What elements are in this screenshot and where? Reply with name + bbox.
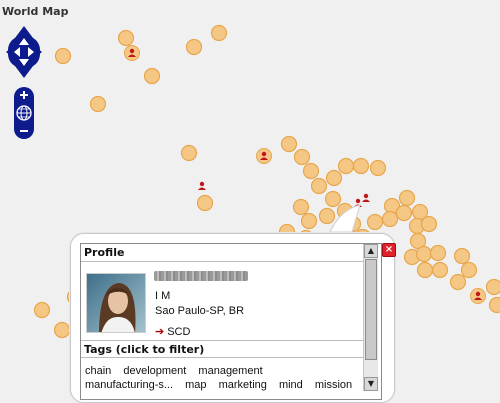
pan-down-icon[interactable] bbox=[15, 66, 33, 78]
zoom-out-button[interactable] bbox=[20, 130, 28, 132]
tag-item[interactable]: management bbox=[198, 365, 262, 377]
pan-up-icon[interactable] bbox=[15, 26, 33, 38]
tag-item[interactable]: mind bbox=[279, 379, 303, 391]
scroll-thumb[interactable] bbox=[365, 259, 377, 360]
cluster-dot-icon[interactable] bbox=[294, 200, 309, 215]
cluster-dot-icon[interactable] bbox=[35, 303, 50, 318]
person-pin-icon[interactable] bbox=[471, 289, 486, 304]
person-pin-icon[interactable] bbox=[125, 46, 140, 61]
tags-list: chain development management manufacturi… bbox=[85, 364, 369, 392]
cluster-dot-icon[interactable] bbox=[91, 97, 106, 112]
cluster-dot-icon[interactable] bbox=[455, 249, 470, 264]
person-location: Sao Paulo-SP, BR bbox=[155, 305, 244, 317]
tag-item[interactable]: map bbox=[185, 379, 206, 391]
close-icon[interactable]: × bbox=[382, 243, 396, 257]
tags-heading: Tags (click to filter) bbox=[81, 340, 371, 358]
cluster-dot-icon[interactable] bbox=[422, 217, 437, 232]
cluster-dot-icon[interactable] bbox=[295, 150, 310, 165]
cluster-dot-icon[interactable] bbox=[302, 214, 317, 229]
pan-control[interactable] bbox=[6, 26, 42, 78]
cluster-dot-icon[interactable] bbox=[418, 263, 433, 278]
cluster-dot-icon[interactable] bbox=[462, 263, 477, 278]
avatar[interactable] bbox=[86, 273, 146, 333]
cluster-dot-icon[interactable] bbox=[182, 146, 197, 161]
cluster-dot-icon[interactable] bbox=[187, 40, 202, 55]
cluster-dot-icon[interactable] bbox=[212, 26, 227, 41]
zoom-control[interactable] bbox=[14, 87, 34, 139]
cluster-dot-icon[interactable] bbox=[145, 69, 160, 84]
cluster-dot-icon[interactable] bbox=[487, 280, 500, 295]
cluster-dot-icon[interactable] bbox=[320, 209, 335, 224]
scroll-down-icon[interactable]: ▼ bbox=[364, 377, 378, 391]
cluster-dot-icon[interactable] bbox=[400, 191, 415, 206]
avatar-photo bbox=[87, 274, 146, 333]
cluster-dot-icon[interactable] bbox=[371, 161, 386, 176]
popup-scrollbar[interactable]: ▲ ▼ bbox=[363, 244, 378, 391]
cluster-dot-icon[interactable] bbox=[433, 263, 448, 278]
popup-content: Profile I M Sao Paulo-SP, BR ➔SCD bbox=[80, 243, 382, 400]
cluster-dot-icon[interactable] bbox=[397, 206, 412, 221]
person-initials: I M bbox=[155, 290, 170, 302]
cluster-dot-icon[interactable] bbox=[354, 159, 369, 174]
tag-item[interactable]: development bbox=[123, 365, 186, 377]
person-pin-icon[interactable] bbox=[362, 194, 370, 202]
cluster-dot-icon[interactable] bbox=[368, 215, 383, 230]
scroll-up-icon[interactable]: ▲ bbox=[364, 244, 378, 258]
cluster-dot-icon[interactable] bbox=[304, 164, 319, 179]
profile-popup: Profile I M Sao Paulo-SP, BR ➔SCD bbox=[70, 233, 395, 403]
person-link-label[interactable]: SCD bbox=[167, 326, 190, 338]
person-pin-icon[interactable] bbox=[257, 149, 272, 164]
profile-heading: Profile bbox=[81, 244, 371, 262]
person-link[interactable]: ➔SCD bbox=[155, 325, 190, 338]
map-title: World Map bbox=[2, 5, 68, 18]
cluster-dot-icon[interactable] bbox=[326, 192, 341, 207]
cluster-dot-icon[interactable] bbox=[431, 246, 446, 261]
redacted-name bbox=[154, 271, 248, 281]
tag-item[interactable]: marketing bbox=[219, 379, 267, 391]
cluster-dot-icon[interactable] bbox=[56, 49, 71, 64]
arrow-right-icon: ➔ bbox=[155, 326, 164, 338]
cluster-dot-icon[interactable] bbox=[383, 212, 398, 227]
cluster-dot-icon[interactable] bbox=[327, 171, 342, 186]
cluster-dot-icon[interactable] bbox=[339, 159, 354, 174]
cluster-dot-icon[interactable] bbox=[198, 196, 213, 211]
cluster-dot-icon[interactable] bbox=[55, 323, 70, 338]
cluster-dot-icon[interactable] bbox=[282, 137, 297, 152]
cluster-dot-icon[interactable] bbox=[119, 31, 134, 46]
tag-item[interactable]: chain bbox=[85, 365, 111, 377]
tag-item[interactable]: mission bbox=[315, 379, 352, 391]
cluster-dot-icon[interactable] bbox=[312, 179, 327, 194]
cluster-dot-icon[interactable] bbox=[490, 298, 500, 313]
cluster-dot-icon[interactable] bbox=[451, 275, 466, 290]
cluster-dot-icon[interactable] bbox=[417, 247, 432, 262]
person-pin-icon[interactable] bbox=[198, 182, 206, 190]
tag-item[interactable]: manufacturing-s... bbox=[85, 379, 173, 391]
